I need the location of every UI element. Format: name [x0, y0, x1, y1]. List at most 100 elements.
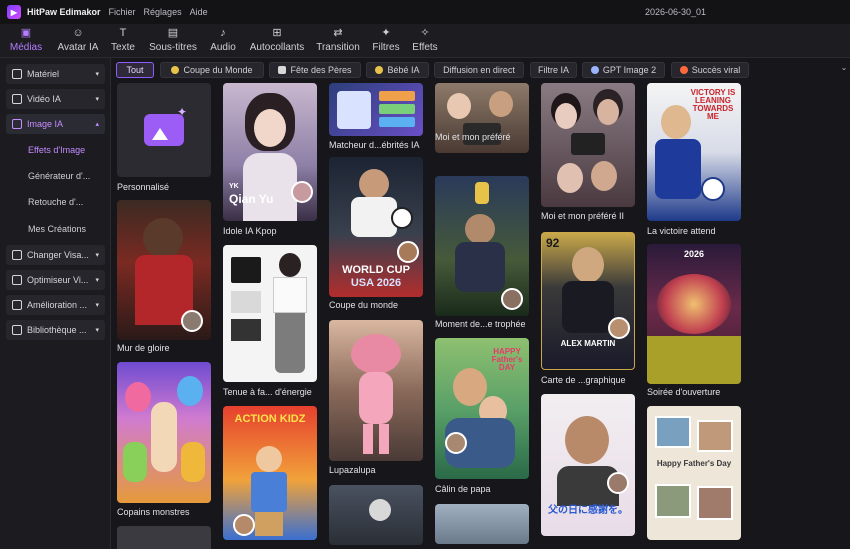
chip-label: GPT Image 2	[602, 65, 657, 75]
template-thumbnail	[329, 83, 423, 136]
image-icon	[12, 119, 22, 129]
tie-icon	[278, 66, 287, 74]
sparkle-icon: ✦	[177, 105, 188, 119]
template-caption: Personnalisé	[117, 182, 170, 192]
optimizer-icon	[12, 275, 22, 285]
thumb-text-card-name: ALEX MARTIN	[560, 339, 616, 348]
template-caption: Moment de...e trophée	[435, 319, 526, 329]
tab-label: Avatar IA	[57, 42, 99, 53]
chevron-down-icon: ▾	[95, 252, 99, 259]
template-caption: Tenue à fa... d'énergie	[223, 387, 312, 397]
template-thumbnail	[435, 504, 529, 544]
tab-effets[interactable]: ✧ Effets	[409, 26, 441, 56]
subtitles-icon: ▤	[167, 27, 179, 39]
chip-tout[interactable]: Tout	[116, 62, 154, 78]
template-thumbnail	[117, 362, 211, 503]
menu-reglages[interactable]: Réglages	[144, 7, 182, 17]
tab-label: Transition	[316, 42, 360, 53]
effects-icon: ✧	[420, 27, 430, 39]
thumb-text-worldcup-year: USA 2026	[350, 277, 402, 289]
project-title: 2026-06-30_01	[645, 7, 707, 17]
sidebar-sub-retouche[interactable]: Retouche d'...	[28, 197, 83, 207]
trophy-icon	[171, 66, 180, 74]
template-caption: Carte de ...graphique	[541, 375, 626, 385]
tab-label: Médias	[9, 42, 43, 53]
chevron-down-icon: ▾	[95, 96, 99, 103]
chip-fete-des-peres[interactable]: Fête des Pères	[269, 62, 361, 78]
app-name: HitPaw Edimakor	[27, 7, 101, 17]
chip-label: Coupe du Monde	[183, 65, 253, 75]
avatar	[181, 310, 203, 332]
template-thumbnail: Happy Father's Day	[647, 406, 741, 540]
tab-avatar-ia[interactable]: ☺ Avatar IA	[54, 26, 102, 56]
template-caption: Copains monstres	[117, 507, 190, 517]
tab-autocollants[interactable]: ⊞ Autocollants	[246, 26, 308, 56]
template-caption: Soirée d'ouverture	[647, 387, 721, 397]
sidebar-item-optimiseur[interactable]: Optimiseur Vi... ▾	[6, 270, 105, 290]
menu-fichier[interactable]: Fichier	[109, 7, 136, 17]
thumb-text-jp: 父の日に感謝を。	[548, 505, 628, 516]
app-window: ▶ HitPaw Edimakor Fichier Réglages Aide …	[0, 0, 850, 549]
template-thumbnail: HAPPY Father's DAY	[435, 338, 529, 479]
tab-label: Autocollants	[249, 42, 305, 53]
avatar	[608, 317, 630, 339]
library-icon	[12, 325, 22, 335]
chip-label: Succès viral	[691, 65, 741, 75]
thumb-text-action-kidz: ACTION KIDZ	[234, 413, 306, 425]
sidebar-item-label: Amélioration ...	[27, 300, 88, 310]
avatar	[397, 241, 419, 263]
tab-medias[interactable]: ▣ Médias	[6, 26, 46, 56]
gpt-icon	[590, 66, 599, 74]
template-thumbnail: YK Qian Yu	[223, 83, 317, 221]
chip-label: Bébé IA	[387, 65, 420, 75]
sidebar-item-label: Changer Visa...	[27, 250, 89, 260]
sidebar-item-amelioration[interactable]: Amélioration ... ▾	[6, 295, 105, 315]
folder-icon	[12, 69, 22, 79]
thumb-text-fathers-day-2: Happy Father's Day	[656, 459, 732, 468]
chip-filtre-ia[interactable]: Filtre IA	[530, 62, 577, 78]
avatar-icon: ☺	[72, 27, 84, 39]
tab-sous-titres[interactable]: ▤ Sous-titres	[145, 26, 201, 56]
chip-coupe-du-monde[interactable]: Coupe du Monde	[160, 62, 264, 78]
face-swap-icon	[12, 250, 22, 260]
chip-succes-viral[interactable]: Succès viral	[671, 62, 749, 78]
template-caption: Lupazalupa	[329, 465, 376, 475]
tab-texte[interactable]: T Texte	[108, 26, 138, 56]
thumb-text-name: Qian Yu	[229, 192, 274, 206]
tab-transition[interactable]: ⇄ Transition	[314, 26, 362, 56]
chip-diffusion-en-direct[interactable]: Diffusion en direct	[434, 62, 524, 78]
template-thumbnail	[541, 83, 635, 207]
sidebar-item-bibliotheque[interactable]: Bibliothèque ... ▾	[6, 320, 105, 340]
template-caption: La victoire attend	[647, 226, 716, 236]
chip-bebe-ia[interactable]: Bébé IA	[366, 62, 429, 78]
template-caption: Idole IA Kpop	[223, 226, 277, 236]
text-icon: T	[119, 27, 127, 39]
menu-aide[interactable]: Aide	[190, 7, 208, 17]
template-thumbnail: WORLD CUP USA 2026	[329, 157, 423, 297]
thumb-text-fathers-day: HAPPY Father's DAY	[491, 347, 523, 372]
avatar	[501, 288, 523, 310]
tab-audio[interactable]: ♪ Audio	[207, 26, 239, 56]
tab-label: Effets	[412, 42, 438, 53]
video-icon	[12, 94, 22, 104]
avatar	[233, 514, 255, 536]
chevron-down-icon: ▾	[95, 302, 99, 309]
chevron-down-icon[interactable]: ⌄	[838, 63, 850, 77]
sidebar-item-video-ia[interactable]: Vidéo IA ▾	[6, 89, 105, 109]
sidebar-sub-mes-creations[interactable]: Mes Créations	[28, 224, 86, 234]
sidebar-item-materiel[interactable]: Matériel ▾	[6, 64, 105, 84]
tab-filtres[interactable]: ✦ Filtres	[369, 26, 403, 56]
sidebar-item-label: Bibliothèque ...	[27, 325, 87, 335]
sidebar-item-label: Matériel	[27, 69, 60, 79]
enhance-icon	[12, 300, 22, 310]
sidebar-sub-generateur[interactable]: Générateur d'...	[28, 171, 90, 181]
chip-gpt-image-2[interactable]: GPT Image 2	[582, 62, 665, 78]
chip-label: Tout	[126, 65, 144, 75]
sidebar-item-changer-visage[interactable]: Changer Visa... ▾	[6, 245, 105, 265]
audio-icon: ♪	[220, 27, 226, 39]
sidebar-item-image-ia[interactable]: Image IA ▴	[6, 114, 105, 134]
sidebar-sub-effets-image[interactable]: Effets d'Image	[28, 145, 85, 155]
template-thumbnail	[117, 200, 211, 340]
baby-icon	[375, 66, 384, 74]
template-grid: ✦ Personnalisé Mur de gloire Copains mon…	[111, 80, 850, 549]
